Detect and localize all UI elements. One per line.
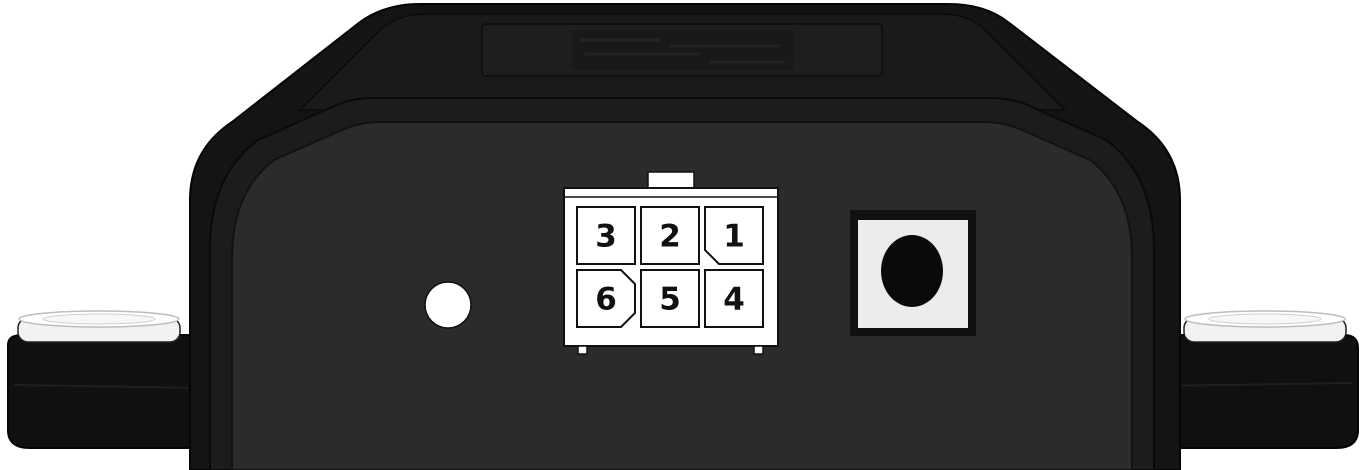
pin-label-1: 1 (723, 219, 745, 255)
pin-label-6: 6 (595, 282, 617, 318)
pin-label-4: 4 (723, 282, 745, 318)
left-washer (17, 310, 181, 343)
pin-label-2: 2 (659, 219, 681, 255)
connector-peg-left (577, 345, 588, 355)
device-front-view: 3 2 1 6 5 4 (7, 3, 1359, 470)
left-mounting-tab (7, 334, 211, 449)
six-pin-connector: 3 2 1 6 5 4 (563, 171, 779, 355)
right-washer (1183, 310, 1347, 343)
connector-peg-right (753, 345, 764, 355)
top-label-recess (481, 23, 883, 77)
pin-label-3: 3 (595, 219, 617, 255)
dc-jack-hole (881, 235, 943, 307)
right-mounting-tab (1153, 334, 1359, 449)
led-indicator (424, 281, 472, 329)
pin-label-5: 5 (659, 282, 681, 318)
dc-jack (850, 210, 976, 336)
